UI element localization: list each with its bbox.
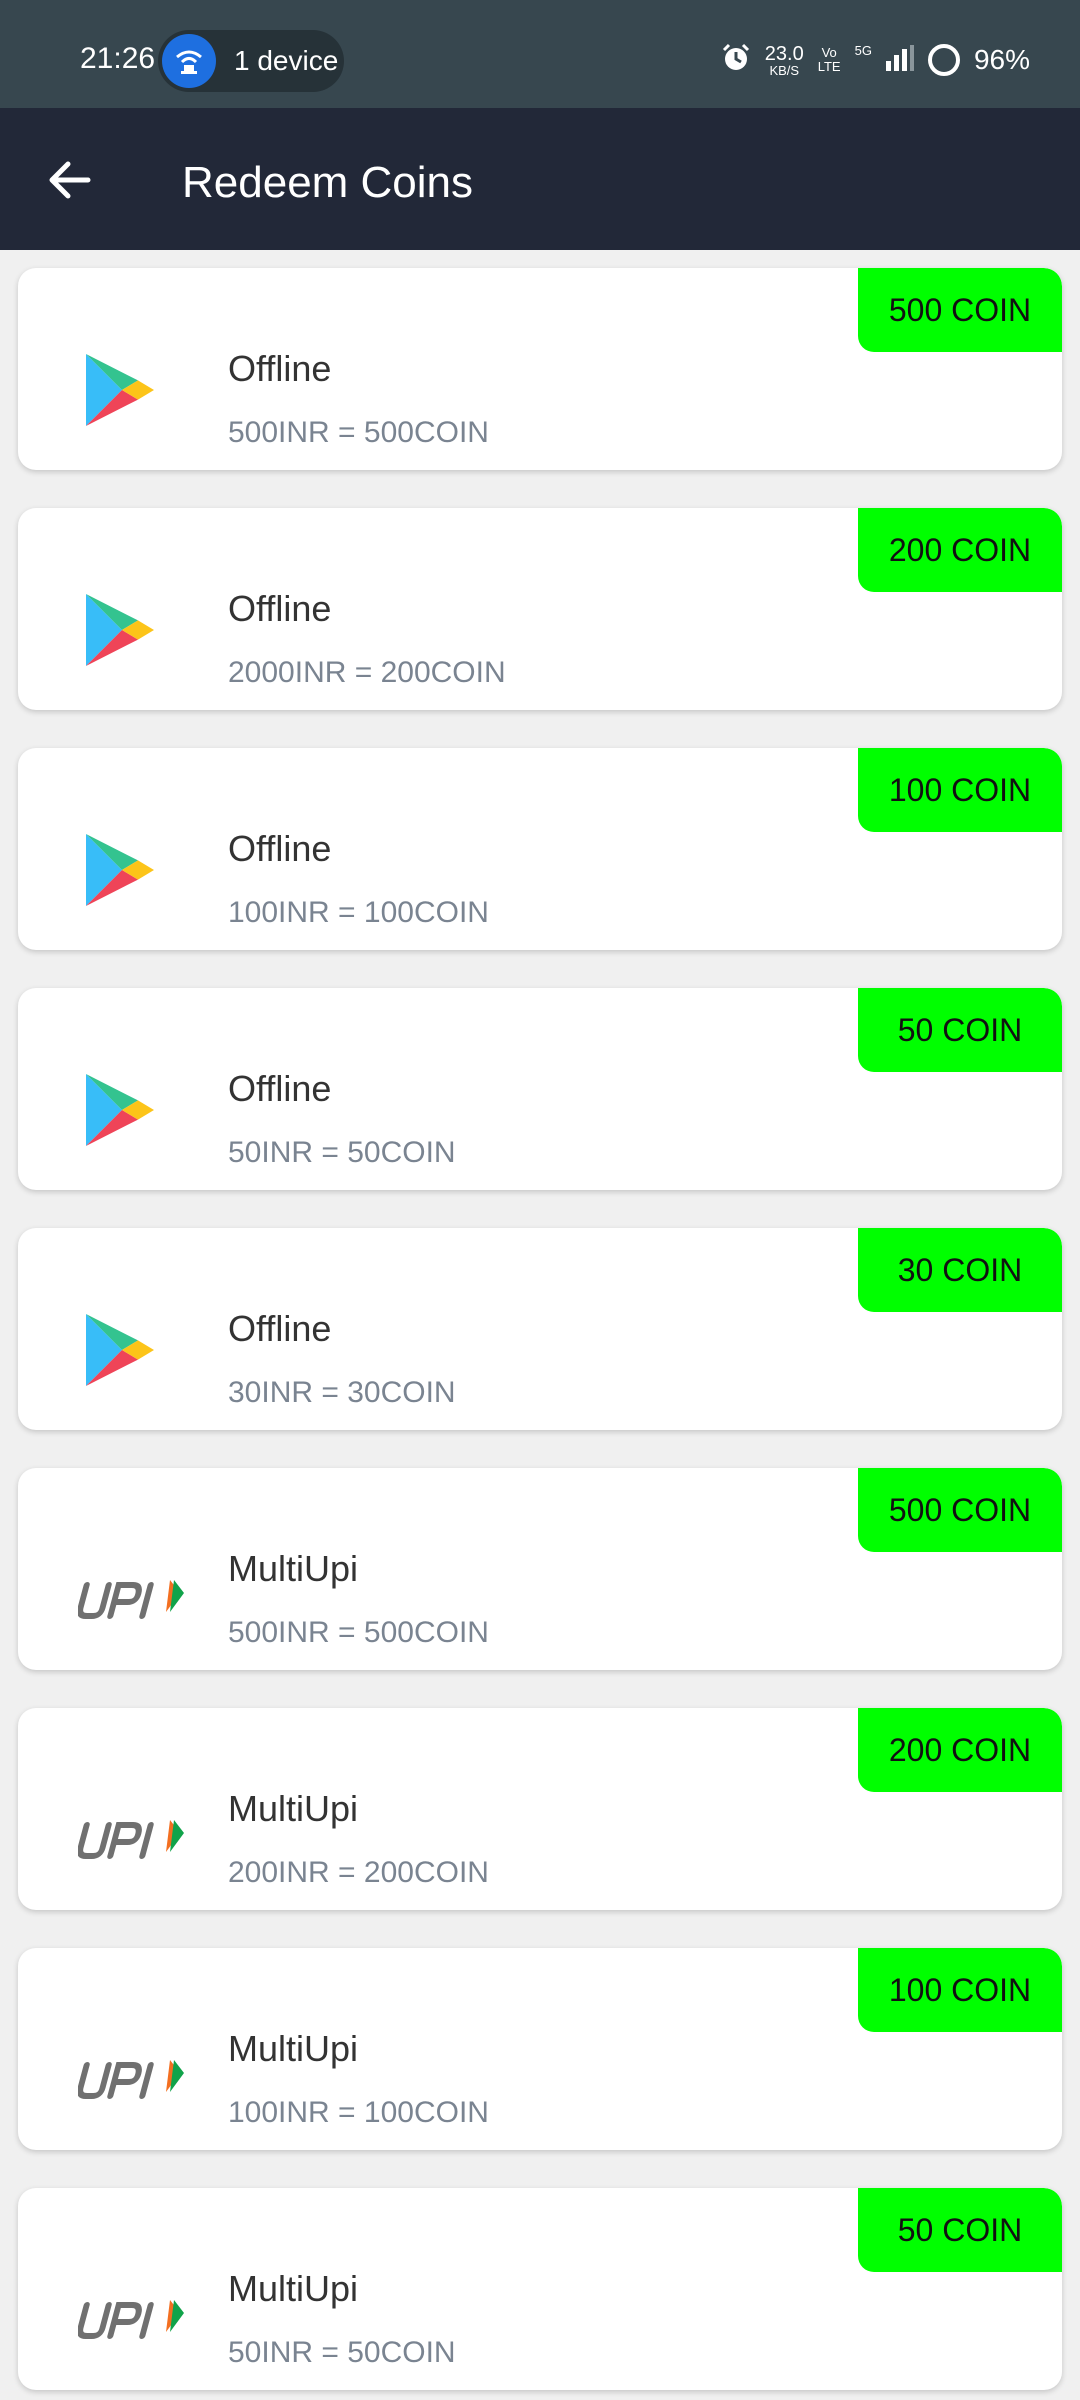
item-rate: 50INR = 50COIN: [228, 1136, 456, 1169]
coin-badge: 50 COIN: [858, 988, 1062, 1072]
battery-icon: [927, 44, 960, 76]
volte-indicator: Vo LTE: [818, 46, 841, 73]
item-rate: 2000INR = 200COIN: [228, 656, 506, 689]
coin-badge: 200 COIN: [858, 1708, 1062, 1792]
redeem-item[interactable]: Offline 100INR = 100COIN 100 COIN: [18, 748, 1062, 950]
redeem-item[interactable]: Offline 2000INR = 200COIN 200 COIN: [18, 508, 1062, 710]
hotspot-icon: [162, 34, 216, 88]
item-rate: 200INR = 200COIN: [228, 1856, 489, 1889]
coin-badge: 30 COIN: [858, 1228, 1062, 1312]
redeem-item[interactable]: MultiUpi 100INR = 100COIN 100 COIN: [18, 1948, 1062, 2150]
volte-top: Vo: [821, 45, 837, 61]
network-speed-unit: KB/S: [769, 62, 800, 78]
play-store-icon: [78, 590, 198, 680]
volte-bottom: LTE: [817, 59, 841, 74]
item-title: Offline: [228, 348, 332, 389]
item-title: MultiUpi: [228, 1548, 359, 1589]
item-rate: 500INR = 500COIN: [228, 416, 489, 449]
coin-badge: 100 COIN: [858, 1948, 1062, 2032]
hotspot-label: 1 device: [234, 45, 339, 76]
upi-logo-icon: [76, 2030, 198, 2120]
play-store-icon: [78, 350, 198, 440]
signal-icon: [885, 44, 914, 76]
item-title: MultiUpi: [228, 1788, 359, 1829]
app-bar: Redeem Coins: [0, 108, 1080, 250]
item-rate: 500INR = 500COIN: [228, 1616, 489, 1649]
arrow-left-icon: [49, 161, 91, 199]
battery-percentage: 96%: [973, 44, 1030, 75]
status-icons: 23.0 KB/S Vo LTE 5G 96%: [721, 40, 1030, 80]
coin-badge: 100 COIN: [858, 748, 1062, 832]
status-time: 21:26: [80, 42, 156, 75]
play-store-icon: [78, 1310, 198, 1400]
play-store-icon: [78, 830, 198, 920]
coin-badge: 500 COIN: [858, 268, 1062, 352]
item-title: Offline: [228, 828, 332, 869]
item-rate: 100INR = 100COIN: [228, 2096, 489, 2129]
item-rate: 50INR = 50COIN: [228, 2336, 456, 2369]
redeem-item[interactable]: MultiUpi 200INR = 200COIN 200 COIN: [18, 1708, 1062, 1910]
redeem-item[interactable]: Offline 500INR = 500COIN 500 COIN: [18, 268, 1062, 470]
coin-badge: 500 COIN: [858, 1468, 1062, 1552]
item-rate: 30INR = 30COIN: [228, 1376, 456, 1409]
item-title: MultiUpi: [228, 2268, 359, 2309]
item-title: MultiUpi: [228, 2028, 359, 2069]
upi-logo-icon: [76, 1550, 198, 1640]
alarm-icon: [721, 43, 751, 78]
coin-badge: 50 COIN: [858, 2188, 1062, 2272]
redeem-item[interactable]: Offline 50INR = 50COIN 50 COIN: [18, 988, 1062, 1190]
redeem-item[interactable]: Offline 30INR = 30COIN 30 COIN: [18, 1228, 1062, 1430]
redeem-item[interactable]: MultiUpi 500INR = 500COIN 500 COIN: [18, 1468, 1062, 1670]
page-title: Redeem Coins: [182, 158, 474, 207]
network-type: 5G: [854, 42, 872, 58]
network-speed: 23.0 KB/S: [765, 44, 804, 77]
status-bar: 21:26 1 device 23.0 KB/S Vo LTE 5G 96%: [0, 0, 1080, 108]
coin-badge: 200 COIN: [858, 508, 1062, 592]
back-button[interactable]: [30, 148, 110, 210]
upi-logo-icon: [76, 2270, 198, 2360]
hotspot-indicator[interactable]: 1 device: [158, 30, 344, 92]
item-title: Offline: [228, 1308, 332, 1349]
network-speed-value: 23.0: [764, 42, 804, 65]
item-title: Offline: [228, 588, 332, 629]
item-rate: 100INR = 100COIN: [228, 896, 489, 929]
item-title: Offline: [228, 1068, 332, 1109]
play-store-icon: [78, 1070, 198, 1160]
redeem-item[interactable]: MultiUpi 50INR = 50COIN 50 COIN: [18, 2188, 1062, 2390]
upi-logo-icon: [76, 1790, 198, 1880]
